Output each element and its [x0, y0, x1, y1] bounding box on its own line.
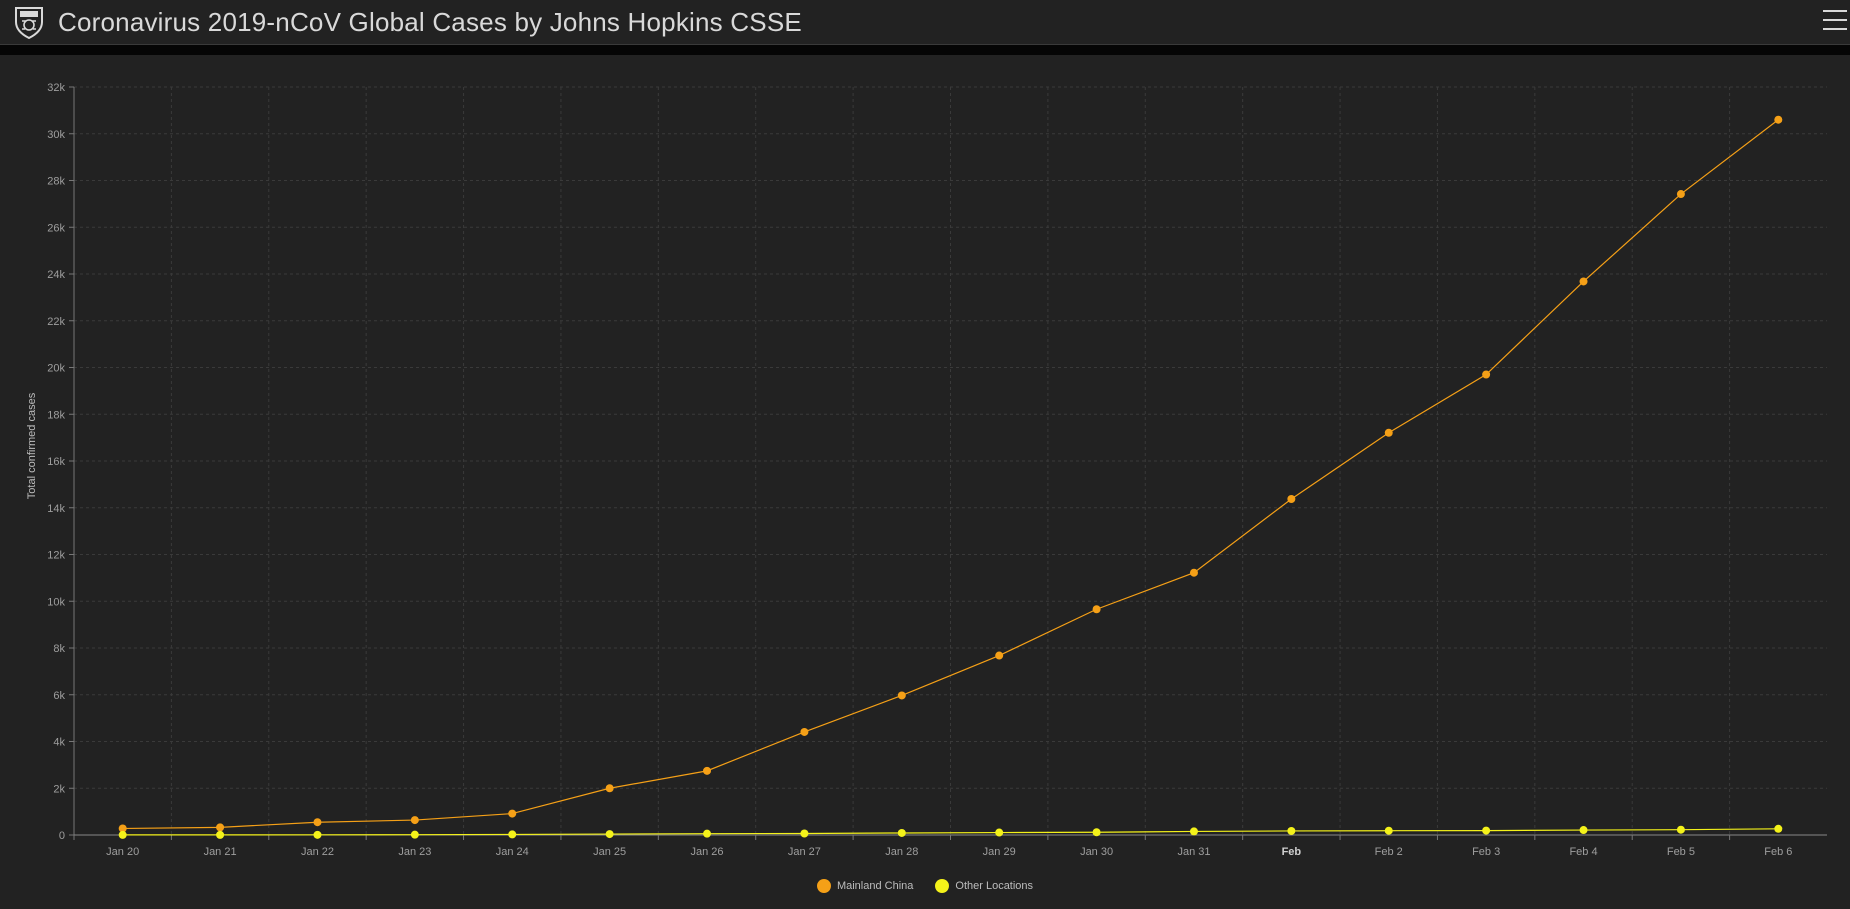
data-point-other-locations[interactable]: [1774, 824, 1783, 833]
data-point-other-locations[interactable]: [313, 830, 322, 839]
legend-item-mainland-china[interactable]: Mainland China: [816, 879, 914, 893]
data-point-mainland-china[interactable]: [1189, 568, 1198, 577]
data-point-mainland-china[interactable]: [216, 823, 225, 832]
data-point-mainland-china[interactable]: [1774, 115, 1783, 124]
data-point-mainland-china[interactable]: [1482, 370, 1491, 379]
x-tick-label: Jan 31: [1177, 846, 1210, 858]
header-divider: [0, 45, 1850, 55]
y-tick-label: 2k: [53, 783, 65, 795]
x-tick-label: Jan 22: [301, 846, 334, 858]
data-point-other-locations[interactable]: [1092, 828, 1101, 837]
x-tick-label: Jan 20: [106, 846, 139, 858]
y-tick-label: 0: [59, 830, 65, 842]
data-point-other-locations[interactable]: [216, 830, 225, 839]
data-point-other-locations[interactable]: [1676, 825, 1685, 834]
data-point-other-locations[interactable]: [1287, 826, 1296, 835]
data-point-mainland-china[interactable]: [1676, 190, 1685, 199]
hamburger-menu-icon[interactable]: [1823, 10, 1847, 34]
data-point-mainland-china[interactable]: [703, 766, 712, 775]
data-point-other-locations[interactable]: [1482, 826, 1491, 835]
y-tick-label: 24k: [47, 269, 65, 281]
x-tick-label: Feb 2: [1375, 846, 1403, 858]
x-tick-label: Jan 27: [788, 846, 821, 858]
y-tick-label: 8k: [53, 643, 65, 655]
x-tick-label: Jan 29: [983, 846, 1016, 858]
data-point-other-locations[interactable]: [508, 830, 517, 839]
data-point-other-locations[interactable]: [410, 830, 419, 839]
y-tick-label: 14k: [47, 503, 65, 515]
chart-panel: 0 2k 4k 6k 8k 10k 12k 14k 16k 18k 20k 22k 24k 26k 28k 3…: [0, 55, 1850, 909]
legend-label-mainland-china: Mainland China: [836, 880, 914, 892]
data-point-other-locations[interactable]: [118, 830, 127, 839]
data-point-mainland-china[interactable]: [995, 651, 1004, 660]
data-point-mainland-china[interactable]: [313, 818, 322, 827]
data-point-mainland-china[interactable]: [508, 809, 517, 818]
x-tick-label: Feb 3: [1472, 846, 1500, 858]
x-tick-label: Feb 5: [1667, 846, 1695, 858]
chart-legend: Mainland China Other Locations: [0, 879, 1850, 893]
y-tick-label: 22k: [47, 316, 65, 328]
x-tick-label: Jan 24: [496, 846, 529, 858]
data-point-other-locations[interactable]: [1384, 826, 1393, 835]
data-point-other-locations[interactable]: [897, 828, 906, 837]
y-tick-label: 32k: [47, 82, 65, 94]
data-point-other-locations[interactable]: [995, 828, 1004, 837]
data-point-other-locations[interactable]: [703, 829, 712, 838]
data-point-mainland-china[interactable]: [410, 816, 419, 825]
x-tick-label: Jan 28: [885, 846, 918, 858]
y-tick-label: 4k: [53, 737, 65, 749]
data-point-mainland-china[interactable]: [1384, 428, 1393, 437]
data-point-mainland-china[interactable]: [897, 691, 906, 700]
legend-swatch-mainland-china: [816, 879, 831, 893]
legend-label-other-locations: Other Locations: [955, 880, 1034, 892]
x-tick-label: Feb: [1282, 846, 1302, 858]
x-tick-label: Jan 21: [204, 846, 237, 858]
y-tick-label: 26k: [47, 222, 65, 234]
y-tick-label: 6k: [53, 690, 65, 702]
data-point-other-locations[interactable]: [800, 829, 809, 838]
y-tick-label: 28k: [47, 176, 65, 188]
data-point-other-locations[interactable]: [1579, 826, 1588, 835]
x-tick-label: Jan 26: [691, 846, 724, 858]
legend-item-other-locations[interactable]: Other Locations: [935, 879, 1033, 893]
y-tick-label: 20k: [47, 363, 65, 375]
legend-swatch-other-locations: [935, 879, 950, 893]
data-point-other-locations[interactable]: [605, 830, 614, 839]
cases-line-chart: 0 2k 4k 6k 8k 10k 12k 14k 16k 18k 20k 22k 24k 26k 28k 3…: [26, 82, 1827, 858]
x-tick-label: Jan 30: [1080, 846, 1113, 858]
page-title: Coronavirus 2019-nCoV Global Cases by Jo…: [58, 7, 802, 37]
header-bar: Coronavirus 2019-nCoV Global Cases by Jo…: [0, 0, 1850, 45]
university-shield-icon: [15, 7, 43, 39]
data-point-mainland-china[interactable]: [1579, 277, 1588, 286]
x-tick-label: Jan 23: [398, 846, 431, 858]
y-tick-label: 10k: [47, 596, 65, 608]
x-tick-label: Jan 25: [593, 846, 626, 858]
x-tick-label: Feb 4: [1569, 846, 1597, 858]
data-point-mainland-china[interactable]: [605, 784, 614, 793]
data-point-mainland-china[interactable]: [1092, 605, 1101, 614]
y-tick-label: 30k: [47, 129, 65, 141]
y-tick-label: 16k: [47, 456, 65, 468]
data-point-other-locations[interactable]: [1189, 827, 1198, 836]
x-tick-label: Feb 6: [1764, 846, 1792, 858]
grid-layer: [74, 86, 1827, 835]
y-tick-label: 18k: [47, 409, 65, 421]
y-axis-title: Total confirmed cases: [26, 392, 38, 499]
y-tick-label: 12k: [47, 550, 65, 562]
data-point-mainland-china[interactable]: [1287, 494, 1296, 503]
data-point-mainland-china[interactable]: [800, 727, 809, 736]
